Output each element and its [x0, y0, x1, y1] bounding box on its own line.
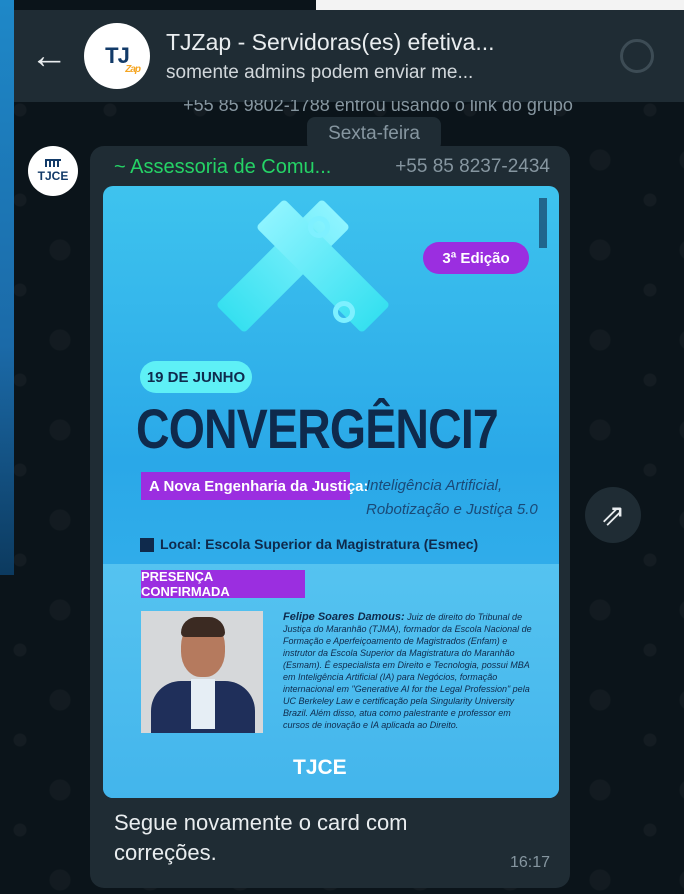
background-strip-top [316, 0, 684, 10]
speaker-shirt [191, 679, 215, 729]
group-subtitle: somente admins podem enviar me... [166, 61, 474, 83]
speaker-photo [141, 611, 263, 733]
event-subtitle: Inteligência Artificial, Robotização e J… [366, 477, 538, 518]
speaker-hair [181, 617, 225, 637]
sender-avatar-text: TJCE [37, 169, 69, 183]
message-caption: Segue novamente o card com correções. [114, 810, 408, 865]
group-info[interactable]: TJZap - Servidoras(es) efetiva... soment… [166, 29, 620, 84]
group-avatar[interactable]: TJ Zap [84, 23, 150, 89]
event-subtitle-highlight: A Nova Engenharia da Justiça: [141, 472, 369, 500]
location-pin-icon [140, 538, 154, 553]
sender-avatar[interactable]: TJCE [28, 146, 78, 196]
sender-phone: +55 85 8237-2434 [395, 156, 550, 177]
forward-icon[interactable]: ⇗ [585, 487, 641, 543]
tjce-footer-logo: TJCE [293, 756, 347, 779]
message-time: 16:17 [509, 854, 550, 871]
presence-badge: PRESENÇA CONFIRMADA [141, 569, 305, 599]
event-date-badge: 19 DE JUNHO [140, 361, 252, 393]
x-logo-node [333, 301, 355, 323]
call-icon[interactable] [620, 39, 654, 73]
back-arrow-icon[interactable]: ← [14, 10, 84, 102]
speaker-name: Felipe Soares Damous: [283, 611, 405, 623]
speaker-bio: Felipe Soares Damous: Juiz de direito do… [283, 611, 535, 731]
group-avatar-small: Zap [125, 64, 141, 75]
event-title: CONVERGÊNCI7 [136, 397, 499, 460]
tjce-columns-icon [45, 159, 61, 167]
event-card-image[interactable]: 3ª Edição 19 DE JUNHO CONVERGÊNCI7 A Nov… [103, 186, 559, 798]
sender-name[interactable]: ~ Assessoria de Comu... [114, 156, 331, 179]
message-bubble[interactable]: ~ Assessoria de Comu... +55 85 8237-2434… [90, 146, 570, 888]
system-message: +55 85 9802-1788 entrou usando o link do… [183, 100, 573, 115]
event-location-text: Local: Escola Superior da Magistratura (… [160, 536, 479, 552]
edition-badge: 3ª Edição [423, 242, 529, 274]
background-card-left [0, 0, 14, 575]
x-logo-node [308, 216, 330, 238]
card-corner-logo [539, 198, 547, 248]
speaker-bio-text: Juiz de direito do Tribunal de Justiça d… [283, 612, 532, 730]
event-location: Local: Escola Superior da Magistratura (… [140, 536, 479, 553]
group-title: TJZap - Servidoras(es) efetiva... [166, 28, 495, 55]
chat-header: ← TJ Zap TJZap - Servidoras(es) efetiva.… [14, 10, 684, 102]
